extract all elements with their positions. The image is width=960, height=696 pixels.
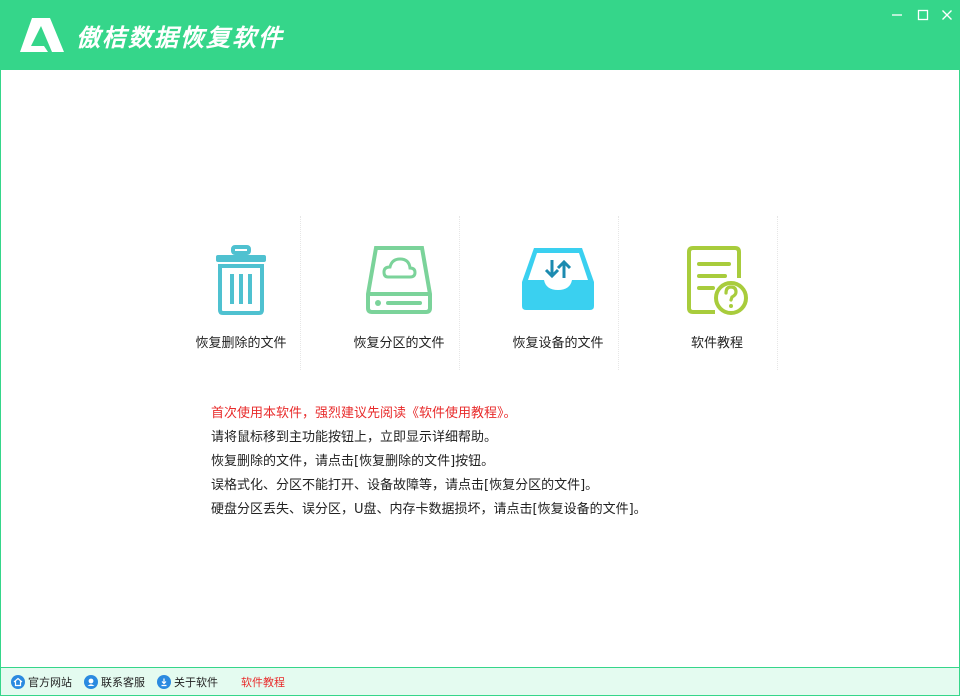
about-software-link[interactable]: 关于软件 [157,674,218,690]
recover-partition-files-button[interactable]: 恢复分区的文件 [340,216,458,370]
contact-support-label: 联系客服 [101,676,145,689]
feature-label: 恢复设备的文件 [512,336,604,351]
contact-support-link[interactable]: 联系客服 [84,674,145,690]
tutorial-label: 软件教程 [241,676,285,689]
tip-line: 请将鼠标移到主功能按钮上，立即显示详细帮助。 [211,430,498,445]
tutorial-button[interactable]: 软件教程 [658,216,776,370]
tip-warning: 首次使用本软件，强烈建议先阅读《软件使用教程》。 [211,406,517,421]
tip-line: 恢复删除的文件，请点击[恢复删除的文件]按钮。 [211,454,495,469]
trash-icon [216,245,266,315]
feature-label: 恢复删除的文件 [195,336,287,351]
app-title: 傲桔数据恢复软件 [76,24,284,52]
minimize-button[interactable] [888,6,906,24]
feature-label: 恢复分区的文件 [353,336,445,351]
official-site-link[interactable]: 官方网站 [11,674,72,690]
tutorial-doc-icon [687,246,748,315]
official-site-label: 官方网站 [28,676,72,689]
hard-drive-icon [366,246,432,314]
feature-label: 软件教程 [690,336,743,351]
maximize-icon [917,9,929,21]
home-icon [11,675,25,689]
status-bar: 官方网站 联系客服 关于软件 软件教程 [0,667,960,696]
device-tray-icon [522,248,594,310]
main-panel: 恢复删除的文件 恢复分区的文件 恢复设备的文件 软件教程 首次使用本软件，强烈建… [0,70,960,667]
about-software-label: 关于软件 [174,676,218,689]
close-button[interactable] [938,6,956,24]
support-icon [84,675,98,689]
maximize-button[interactable] [914,6,932,24]
title-bar: 傲桔数据恢复软件 [0,0,960,70]
tip-line: 硬盘分区丢失、误分区，U盘、内存卡数据损坏，请点击[恢复设备的文件]。 [211,502,647,517]
tip-line: 误格式化、分区不能打开、设备故障等，请点击[恢复分区的文件]。 [211,478,599,493]
recover-deleted-files-button[interactable]: 恢复删除的文件 [182,216,300,370]
minimize-icon [892,14,902,16]
help-tips: 首次使用本软件，强烈建议先阅读《软件使用教程》。 请将鼠标移到主功能按钮上，立即… [211,402,647,522]
info-icon [157,675,171,689]
app-logo-icon [20,18,64,52]
tutorial-link[interactable]: 软件教程 [241,674,285,690]
recover-device-files-button[interactable]: 恢复设备的文件 [499,216,617,370]
close-icon [942,10,952,20]
